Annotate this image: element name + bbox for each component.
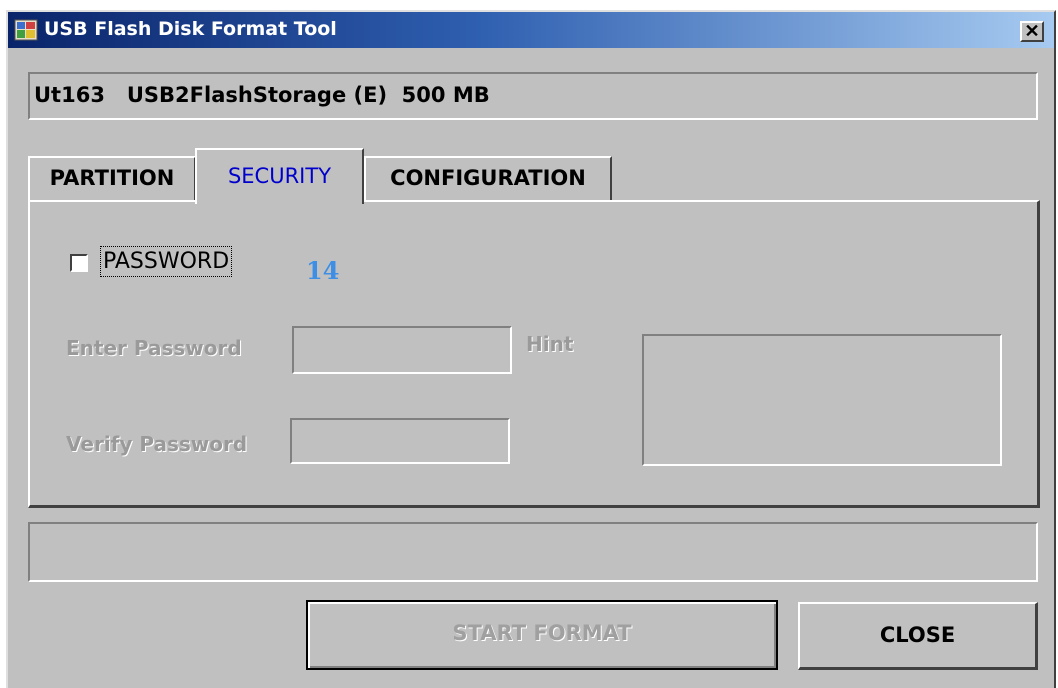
annotation-number: 14 [306, 256, 340, 285]
tab-partition[interactable]: PARTITION [28, 156, 196, 202]
enter-password-field[interactable] [292, 326, 512, 374]
verify-password-label: Verify Password [66, 432, 248, 456]
window-title: USB Flash Disk Format Tool [44, 18, 337, 40]
title-bar[interactable]: USB Flash Disk Format Tool ✕ [8, 12, 1054, 48]
enter-password-label: Enter Password [66, 336, 242, 360]
password-checkbox[interactable] [70, 254, 88, 272]
tab-security[interactable]: SECURITY [195, 148, 364, 204]
start-format-button[interactable]: START FORMAT [306, 600, 778, 670]
device-info-text: Ut163 USB2FlashStorage (E) 500 MB [34, 83, 490, 107]
format-tool-window: USB Flash Disk Format Tool ✕ Ut163 USB2F… [6, 10, 1056, 688]
usb-app-icon [14, 19, 38, 41]
close-button[interactable]: CLOSE [798, 602, 1038, 670]
security-tab-panel: PASSWORD 14 Enter Password Verify Passwo… [28, 200, 1040, 508]
window-close-icon[interactable]: ✕ [1020, 21, 1044, 42]
password-checkbox-label[interactable]: PASSWORD [100, 246, 233, 277]
tab-configuration[interactable]: CONFIGURATION [364, 156, 612, 202]
verify-password-field[interactable] [290, 418, 510, 464]
hint-field[interactable] [642, 334, 1002, 466]
status-bar [28, 522, 1038, 582]
hint-label: Hint [526, 332, 574, 356]
device-info-field: Ut163 USB2FlashStorage (E) 500 MB [28, 72, 1038, 120]
